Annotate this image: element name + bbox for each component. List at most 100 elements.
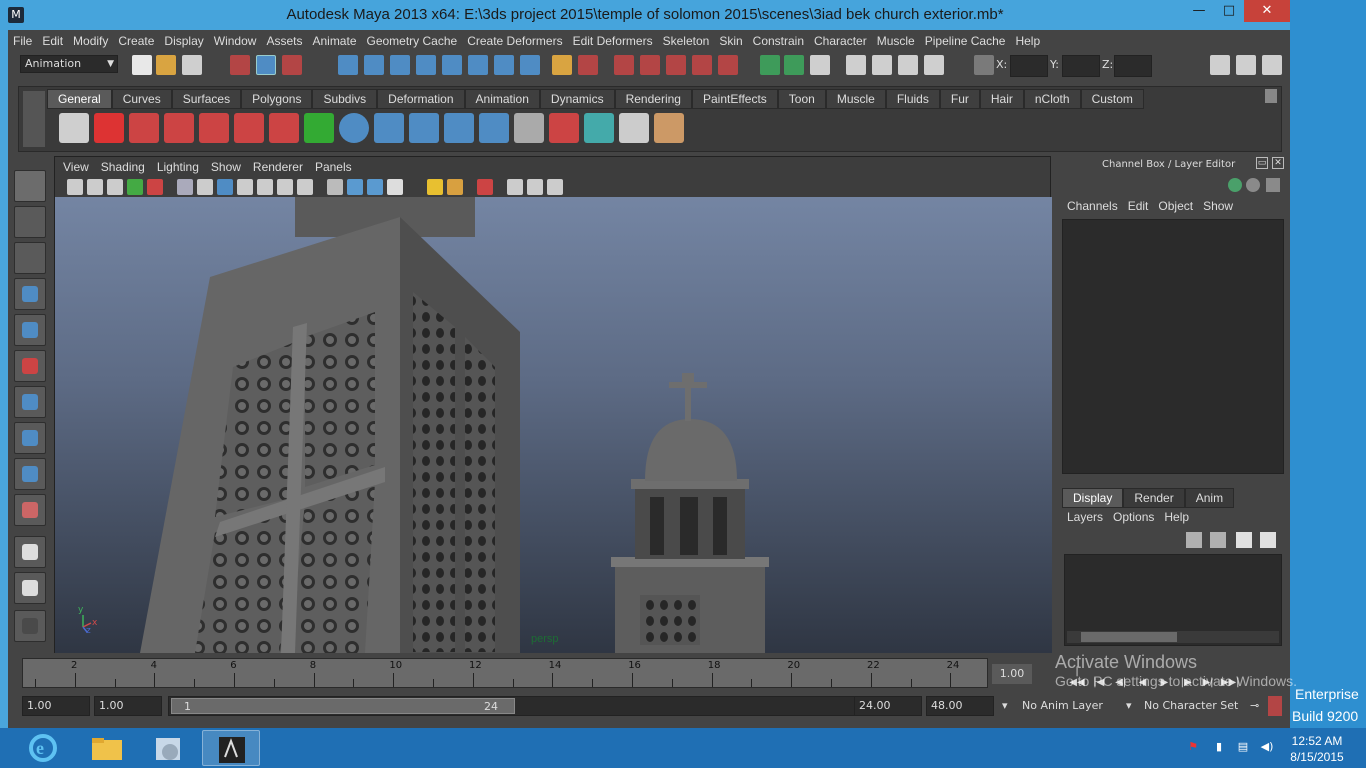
select-by-object-icon[interactable] <box>256 55 276 75</box>
hypershade-icon[interactable] <box>846 55 866 75</box>
channel-menu-edit[interactable]: Edit <box>1123 197 1154 215</box>
menu-file[interactable]: File <box>8 30 37 52</box>
close-panel-icon[interactable]: ✕ <box>1272 157 1284 169</box>
joint-icon[interactable] <box>374 113 404 143</box>
channel-menu-channels[interactable]: Channels <box>1060 197 1123 215</box>
anim-layer-selector[interactable]: No Anim Layer <box>1018 696 1126 716</box>
menu-edit-deformers[interactable]: Edit Deformers <box>568 30 658 52</box>
show-manip-icon[interactable] <box>14 458 46 490</box>
hypergraph-icon[interactable] <box>514 113 544 143</box>
character-set-selector[interactable]: No Character Set <box>1140 696 1244 716</box>
menu-skeleton[interactable]: Skeleton <box>658 30 715 52</box>
menu-assets[interactable]: Assets <box>261 30 307 52</box>
red-arrow-icon[interactable] <box>269 113 299 143</box>
layer-menu-options[interactable]: Options <box>1108 508 1159 526</box>
single-view-icon[interactable] <box>14 536 46 568</box>
rotate-tool-icon[interactable] <box>14 314 46 346</box>
lock-icon[interactable] <box>552 55 572 75</box>
3d-scene[interactable]: y x z persp <box>55 197 1052 653</box>
tool-settings-icon[interactable] <box>1236 55 1256 75</box>
outliner-icon[interactable] <box>14 610 46 642</box>
green-arrow-icon[interactable] <box>304 113 334 143</box>
output-ops-icon[interactable] <box>666 55 686 75</box>
bookmark-icon[interactable] <box>107 179 123 195</box>
shelf-tab-fluids[interactable]: Fluids <box>885 89 940 109</box>
snap-curve-icon[interactable] <box>364 55 384 75</box>
viewport-menu-shading[interactable]: Shading <box>95 157 151 177</box>
render-view-icon[interactable] <box>924 55 944 75</box>
snap-plane-icon[interactable] <box>416 55 436 75</box>
move-clapper-icon[interactable] <box>164 113 194 143</box>
network-icon[interactable]: ▤ <box>1236 740 1250 754</box>
gate-mask-icon[interactable] <box>237 179 253 195</box>
shelf-tab-deformation[interactable]: Deformation <box>377 89 465 109</box>
layer-list[interactable] <box>1064 554 1282 646</box>
shelf-tab-rendering[interactable]: Rendering <box>614 89 692 109</box>
2d-pan-icon[interactable] <box>147 179 163 195</box>
layer-scroll-thumb[interactable] <box>1081 632 1177 642</box>
channel-list[interactable] <box>1062 219 1284 474</box>
clapper-board-icon[interactable] <box>872 55 892 75</box>
shelf-tab-custom[interactable]: Custom <box>1080 89 1144 109</box>
joint-chain-icon[interactable] <box>409 113 439 143</box>
magnet-icon[interactable] <box>718 55 738 75</box>
menu-set-selector[interactable]: Animation ▼ <box>20 55 118 73</box>
ipr-render-icon[interactable] <box>784 55 804 75</box>
soft-mod-icon[interactable] <box>14 422 46 454</box>
menu-animate[interactable]: Animate <box>307 30 361 52</box>
shelf-options[interactable] <box>23 91 45 147</box>
field-chart-icon[interactable] <box>257 179 273 195</box>
maximize-button[interactable]: □ <box>1214 0 1244 22</box>
render-settings-icon[interactable] <box>810 55 830 75</box>
channel-box-toggle-icon[interactable] <box>1262 55 1282 75</box>
ik-icon[interactable] <box>444 113 474 143</box>
move-layer-up-icon[interactable] <box>1186 532 1202 548</box>
render-current-icon[interactable] <box>760 55 780 75</box>
ik-chain-icon[interactable] <box>479 113 509 143</box>
last-tool-icon[interactable] <box>14 494 46 526</box>
close-button[interactable]: ✕ <box>1244 0 1290 22</box>
lasso-tool-icon[interactable] <box>14 206 46 238</box>
shelf-tab-hair[interactable]: Hair <box>979 89 1024 109</box>
snap-view-icon[interactable] <box>468 55 488 75</box>
volume-icon[interactable]: ◀) <box>1260 740 1274 754</box>
snap-grid-icon[interactable] <box>338 55 358 75</box>
paint-brush-icon[interactable] <box>654 113 684 143</box>
menu-modify[interactable]: Modify <box>68 30 113 52</box>
shelf-tab-subdivs[interactable]: Subdivs <box>312 89 378 109</box>
grid-icon[interactable] <box>177 179 193 195</box>
menu-geometry-cache[interactable]: Geometry Cache <box>362 30 463 52</box>
media-center-icon[interactable] <box>140 730 198 766</box>
range-slider-handle[interactable]: 1 24 <box>171 698 515 714</box>
channel-menu-show[interactable]: Show <box>1198 197 1238 215</box>
paint-select-icon[interactable] <box>14 242 46 274</box>
internet-explorer-icon[interactable]: e <box>14 730 72 766</box>
resolution-gate-icon[interactable] <box>217 179 233 195</box>
shelf-tab-curves[interactable]: Curves <box>111 89 172 109</box>
textured-icon[interactable] <box>387 179 403 195</box>
minimize-button[interactable]: — <box>1184 0 1214 22</box>
menu-create[interactable]: Create <box>113 30 159 52</box>
scale-clapper-icon[interactable] <box>234 113 264 143</box>
select-by-hierarchy-icon[interactable] <box>230 55 250 75</box>
default-material-icon[interactable] <box>367 179 383 195</box>
save-scene-icon[interactable] <box>182 55 202 75</box>
x-field[interactable] <box>1010 55 1048 77</box>
menu-skin[interactable]: Skin <box>714 30 747 52</box>
batch-render-icon[interactable] <box>898 55 918 75</box>
shadows-icon[interactable] <box>447 179 463 195</box>
menu-edit[interactable]: Edit <box>37 30 68 52</box>
four-view-icon[interactable] <box>14 572 46 604</box>
image-plane-icon[interactable] <box>127 179 143 195</box>
hud-icon[interactable] <box>547 179 563 195</box>
construction-history-icon[interactable] <box>614 55 634 75</box>
shelf-tab-painteffects[interactable]: PaintEffects <box>691 89 778 109</box>
viewport-menu-renderer[interactable]: Renderer <box>247 157 309 177</box>
character-set-dropdown-icon[interactable]: ▾ <box>1122 696 1138 716</box>
trash-icon[interactable] <box>1265 89 1277 103</box>
battery-icon[interactable]: ▮ <box>1212 740 1226 754</box>
z-field[interactable] <box>1114 55 1152 77</box>
isolate-select-icon[interactable] <box>507 179 523 195</box>
layer-menu-layers[interactable]: Layers <box>1060 508 1108 526</box>
history-icon[interactable] <box>692 55 712 75</box>
